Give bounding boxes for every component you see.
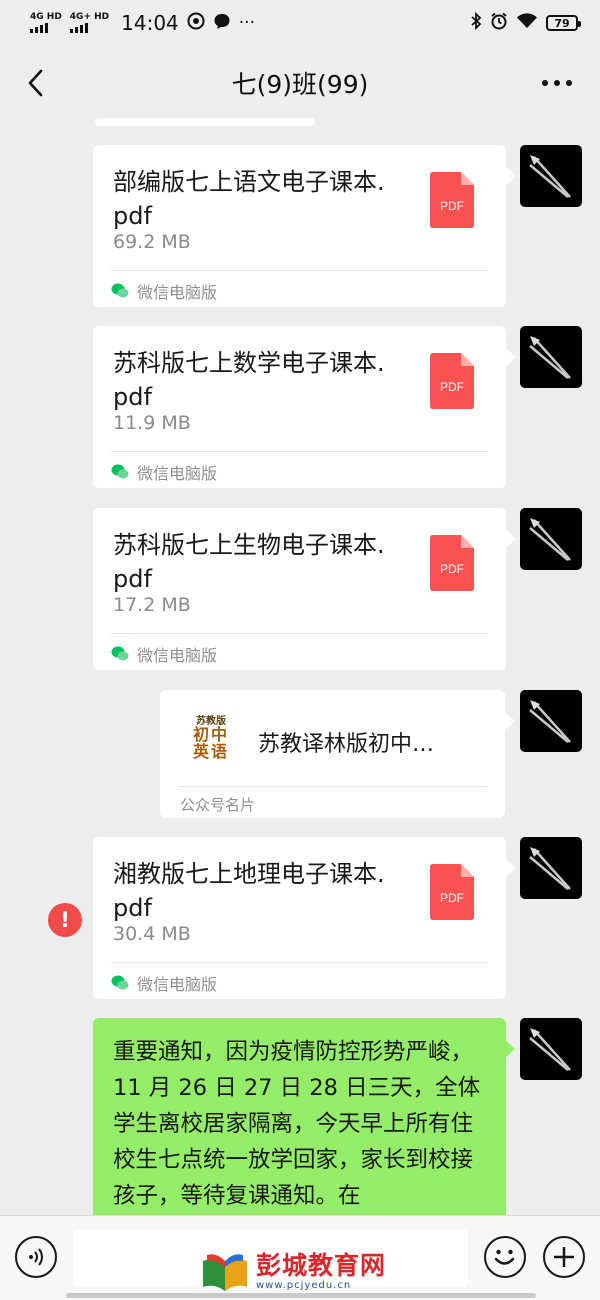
more-functions-plus-icon[interactable] xyxy=(543,1236,585,1278)
wifi-icon xyxy=(516,12,538,34)
file-name-line: pdf xyxy=(113,383,152,411)
pdf-file-icon: PDF xyxy=(430,535,474,591)
wechat-icon xyxy=(111,646,129,661)
file-source-label: 微信电脑版 xyxy=(137,646,218,665)
watermark: 彭城教育网 www.pcjyedu.cn xyxy=(200,1248,386,1296)
file-name-line: 湘教版七上地理电子课本. xyxy=(113,860,385,888)
watermark-title: 彭城教育网 xyxy=(256,1251,387,1280)
message-notification-icon xyxy=(213,12,231,35)
card-type-label: 公众号名片 xyxy=(180,796,256,814)
file-source: 微信电脑版 xyxy=(111,279,217,303)
card-divider xyxy=(111,270,488,271)
back-arrow-icon[interactable] xyxy=(22,68,52,98)
battery-level: 79 xyxy=(554,16,570,30)
send-failed-icon[interactable]: ! xyxy=(48,903,82,937)
file-name-line: 部编版七上语文电子课本. xyxy=(113,168,385,196)
avatar[interactable] xyxy=(520,1018,582,1080)
file-size: 69.2 MB xyxy=(113,231,191,253)
file-name-line: pdf xyxy=(113,565,152,593)
battery-icon: 79 xyxy=(546,15,581,31)
file-source-label: 微信电脑版 xyxy=(137,283,218,302)
avatar[interactable] xyxy=(520,837,582,899)
file-name: 苏科版七上数学电子课本. pdf xyxy=(113,346,413,414)
file-name: 湘教版七上地理电子课本. pdf xyxy=(113,857,413,925)
watermark-url: www.pcjyedu.cn xyxy=(256,1280,352,1291)
signal-label: 4G+ HD xyxy=(69,12,110,22)
file-source: 微信电脑版 xyxy=(111,642,217,666)
file-name-line: 苏科版七上生物电子课本. xyxy=(113,531,385,559)
home-indicator xyxy=(66,1293,536,1298)
file-source-label: 微信电脑版 xyxy=(137,975,218,994)
file-size: 30.4 MB xyxy=(113,923,191,945)
text-message[interactable]: 重要通知，因为疫情防控形势严峻，11 月 26 日 27 日 28 日三天，全体… xyxy=(93,1018,506,1218)
pdf-icon-label: PDF xyxy=(440,199,464,213)
card-divider xyxy=(178,786,487,787)
file-name: 部编版七上语文电子课本. pdf xyxy=(113,165,413,233)
emoji-icon[interactable] xyxy=(484,1236,526,1278)
bluetooth-icon xyxy=(470,11,482,35)
alarm-icon xyxy=(490,12,508,35)
logo-text: 英语 xyxy=(192,742,229,762)
file-name: 苏科版七上生物电子课本. pdf xyxy=(113,528,413,596)
file-size: 17.2 MB xyxy=(113,594,191,616)
chat-title: 七(9)班(99) xyxy=(231,70,369,99)
file-message[interactable]: 湘教版七上地理电子课本. pdf 30.4 MB PDF 微信电脑版 xyxy=(93,837,516,999)
card-divider xyxy=(111,451,488,452)
file-name-line: pdf xyxy=(113,202,152,230)
file-source-label: 微信电脑版 xyxy=(137,464,218,483)
file-message[interactable]: 部编版七上语文电子课本. pdf 69.2 MB PDF 微信电脑版 xyxy=(93,145,516,307)
scroll-edge-fade xyxy=(95,118,315,126)
app-notification-icon xyxy=(187,12,205,35)
pdf-file-icon: PDF xyxy=(430,353,474,409)
card-divider xyxy=(111,633,488,634)
status-time: 14:04 xyxy=(121,11,179,35)
avatar[interactable] xyxy=(520,508,582,570)
file-source: 微信电脑版 xyxy=(111,460,217,484)
status-bar: 4G HD 4G+ HD 14:04 ··· 79 xyxy=(0,0,600,46)
card-divider xyxy=(111,962,488,963)
file-source: 微信电脑版 xyxy=(111,971,217,995)
more-notifications-indicator: ··· xyxy=(238,13,255,33)
signal-4g-plus-hd-icon: 4G+ HD xyxy=(69,12,110,33)
signal-4g-hd-icon: 4G HD xyxy=(30,13,62,33)
pdf-file-icon: PDF xyxy=(430,864,474,920)
book-logo-icon xyxy=(203,1254,247,1291)
signal-label: 4G HD xyxy=(30,12,62,22)
file-size: 11.9 MB xyxy=(113,412,191,434)
pdf-file-icon: PDF xyxy=(430,172,474,228)
official-account-logo: 苏教版 初中 英语 xyxy=(186,708,236,770)
file-message[interactable]: 苏科版七上数学电子课本. pdf 11.9 MB PDF 微信电脑版 xyxy=(93,326,516,488)
chat-header: 七(9)班(99) xyxy=(0,50,600,116)
voice-input-icon[interactable] xyxy=(15,1236,57,1278)
official-account-name: 苏教译林版初中… xyxy=(258,732,435,757)
wechat-icon xyxy=(111,464,129,479)
wechat-icon xyxy=(111,975,129,990)
file-name-line: pdf xyxy=(113,894,152,922)
more-options-icon[interactable] xyxy=(542,68,572,98)
file-message[interactable]: 苏科版七上生物电子课本. pdf 17.2 MB PDF 微信电脑版 xyxy=(93,508,516,670)
pdf-icon-label: PDF xyxy=(440,380,464,394)
avatar[interactable] xyxy=(520,145,582,207)
file-name-line: 苏科版七上数学电子课本. xyxy=(113,349,385,377)
pdf-icon-label: PDF xyxy=(440,891,464,905)
pdf-icon-label: PDF xyxy=(440,562,464,576)
bubble-tail xyxy=(505,1040,515,1058)
wechat-icon xyxy=(111,283,129,298)
official-account-card[interactable]: 苏教版 初中 英语 苏教译林版初中… 公众号名片 xyxy=(160,690,515,818)
avatar[interactable] xyxy=(520,690,582,752)
avatar[interactable] xyxy=(520,326,582,388)
